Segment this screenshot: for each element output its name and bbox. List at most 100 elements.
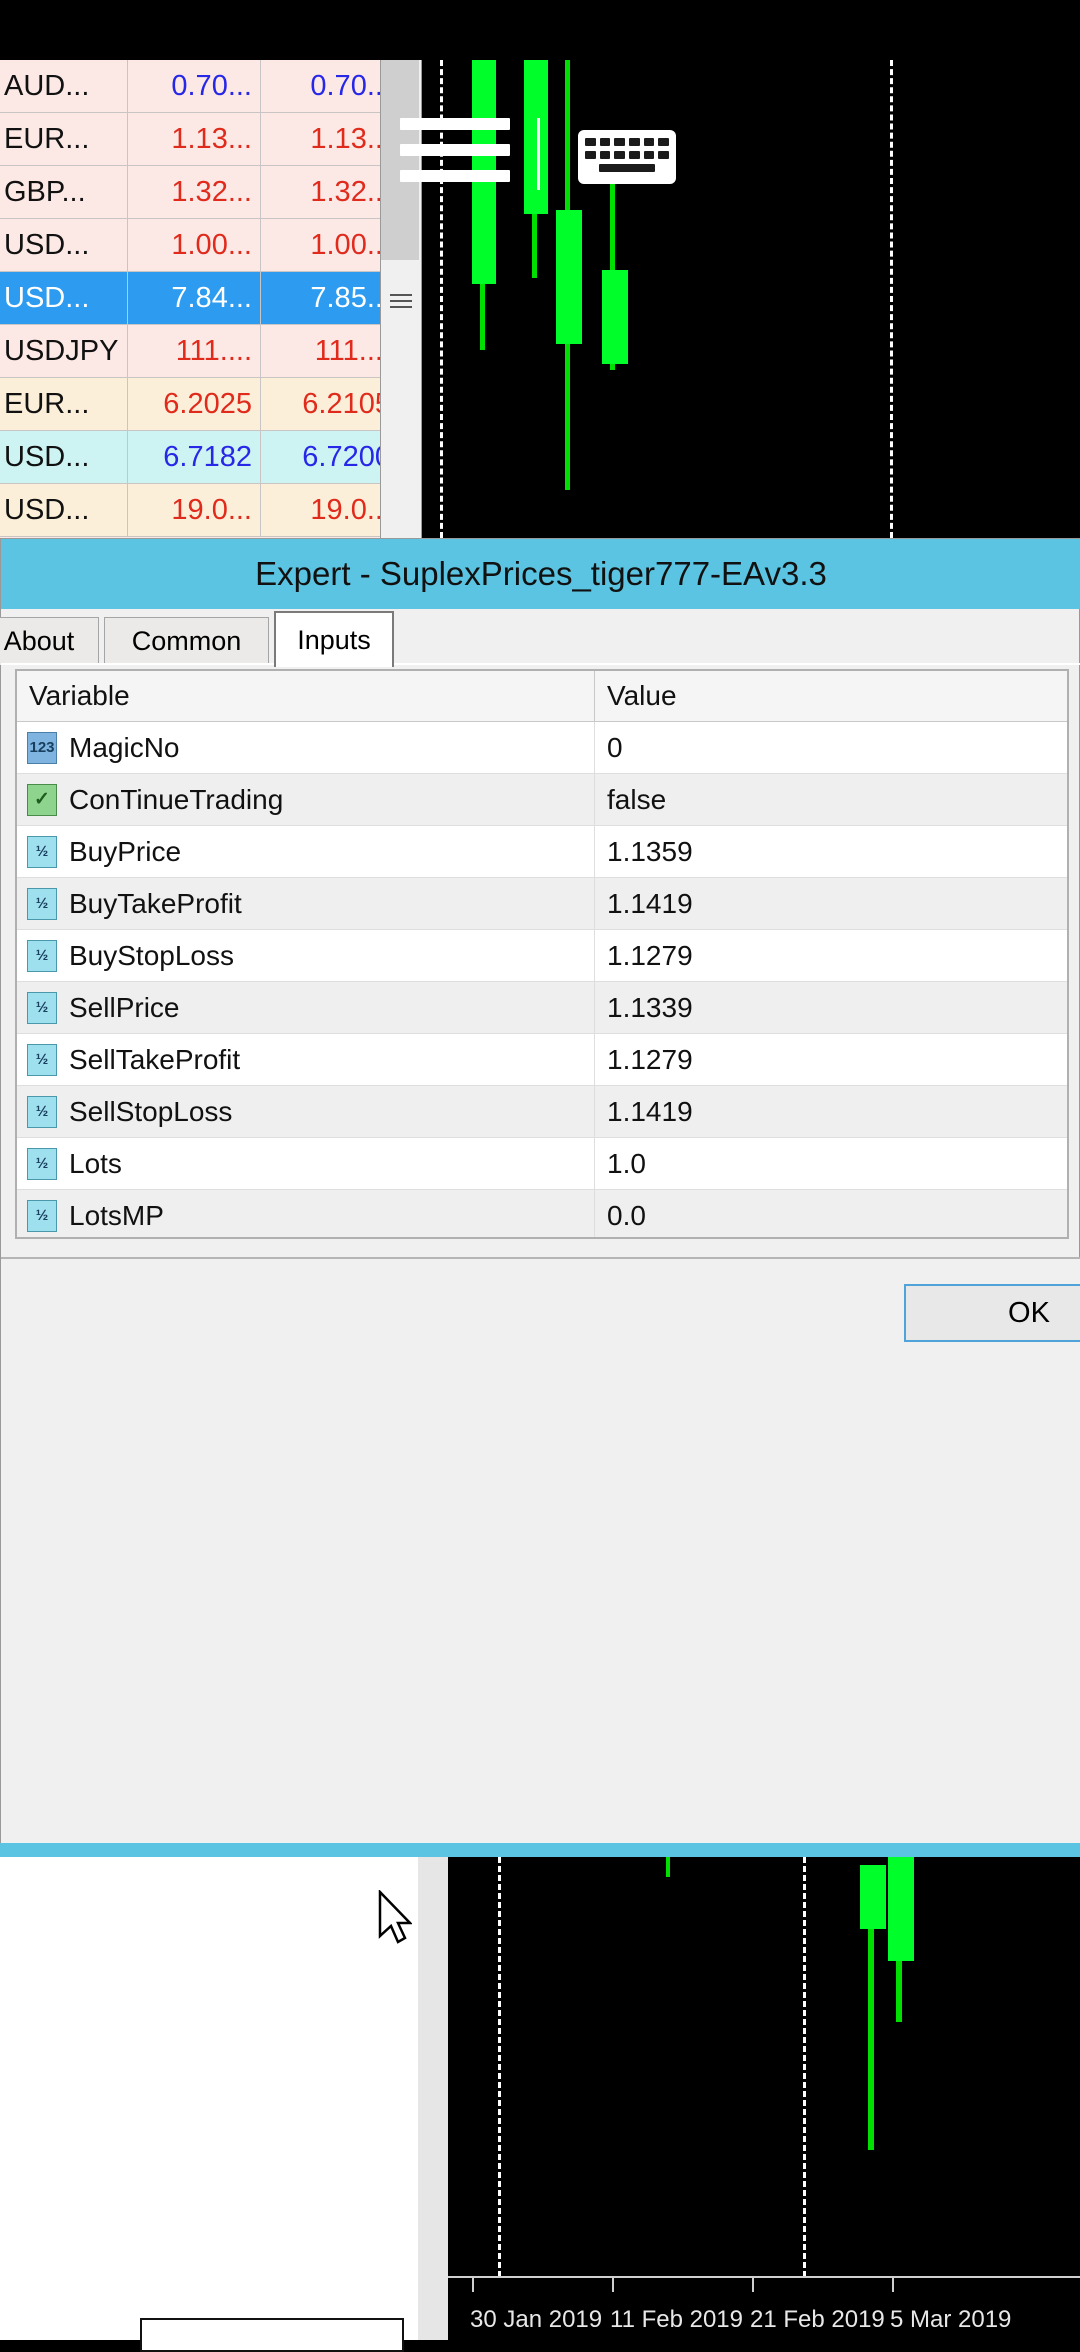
- variable-value[interactable]: 0.0: [595, 1190, 1067, 1239]
- variable-name: BuyTakeProfit: [69, 888, 242, 920]
- candle-body: [524, 60, 548, 214]
- keyboard-icon[interactable]: [578, 130, 676, 184]
- market-watch-ask: 0.70...: [261, 60, 399, 112]
- market-watch-resize-grip[interactable]: [390, 290, 412, 308]
- variable-cell: ½ Lots: [17, 1138, 595, 1189]
- table-row[interactable]: ½ SellStopLoss 1.1419: [17, 1086, 1067, 1138]
- table-row[interactable]: ½BuyPrice1.1359: [17, 826, 1067, 878]
- variable-value[interactable]: 1.0: [595, 1138, 1067, 1189]
- tab-underline: [1, 663, 1080, 665]
- variable-value[interactable]: 0: [595, 722, 1067, 773]
- variable-name: Lots: [69, 1148, 122, 1180]
- variable-name: ConTinueTrading: [69, 784, 283, 816]
- variable-value[interactable]: 1.1279: [595, 1034, 1067, 1085]
- ok-button[interactable]: OK: [904, 1284, 1080, 1342]
- market-watch-symbol: AUD...: [0, 60, 128, 112]
- chart-period-separator: [498, 1857, 501, 2277]
- market-watch-row[interactable]: USD...19.0...19.0...: [0, 484, 400, 537]
- tab-common[interactable]: Common: [104, 617, 269, 665]
- market-watch-row[interactable]: EUR...6.20256.2105: [0, 378, 400, 431]
- price-chart-bottom[interactable]: 30 Jan 201911 Feb 201921 Feb 20195 Mar 2…: [448, 1857, 1080, 2340]
- variable-cell: ½ SellStopLoss: [17, 1086, 595, 1137]
- variable-cell: ½ SellTakeProfit: [17, 1034, 595, 1085]
- market-watch-symbol: USDJPY: [0, 325, 128, 377]
- variable-cell: 123MagicNo: [17, 722, 595, 773]
- variable-cell: ✓ConTinueTrading: [17, 774, 595, 825]
- candle-body: [556, 210, 582, 344]
- expert-properties-dialog: Expert - SuplexPrices_tiger777-EAv3.3 Ab…: [0, 538, 1080, 1843]
- double-variable-icon: ½: [27, 1148, 57, 1180]
- hamburger-menu-icon[interactable]: [400, 118, 510, 188]
- market-watch-panel[interactable]: AUD...0.70...0.70...EUR...1.13...1.13...…: [0, 60, 401, 538]
- terminal-input-box[interactable]: [140, 2318, 404, 2352]
- table-row[interactable]: ½LotsMP0.0: [17, 1190, 1067, 1239]
- dialog-tab-strip[interactable]: AboutCommonInputs: [1, 609, 1080, 665]
- terminal-white-panel[interactable]: [0, 1857, 419, 2340]
- toolbar-divider: [537, 118, 540, 190]
- market-watch-row[interactable]: USD...7.84...7.85...: [0, 272, 400, 325]
- table-row[interactable]: 123MagicNo0: [17, 722, 1067, 774]
- chart-axis-label: 11 Feb 2019: [610, 2306, 743, 2334]
- table-row[interactable]: ½ Lots 1.0: [17, 1138, 1067, 1190]
- variable-cell: ½ BuyTakeProfit: [17, 878, 595, 929]
- candle-body: [860, 1865, 886, 1929]
- dialog-title: Expert - SuplexPrices_tiger777-EAv3.3: [255, 555, 827, 593]
- market-watch-row[interactable]: USD...6.71826.7200: [0, 431, 400, 484]
- variable-value[interactable]: 1.1419: [595, 878, 1067, 929]
- variable-value[interactable]: false: [595, 774, 1067, 825]
- variable-value[interactable]: 1.1279: [595, 930, 1067, 981]
- table-row[interactable]: ½ BuyTakeProfit 1.1419: [17, 878, 1067, 930]
- double-variable-icon: ½: [27, 1200, 57, 1232]
- inputs-table[interactable]: Variable Value 123MagicNo0✓ConTinueTradi…: [15, 669, 1069, 1239]
- market-watch-symbol: USD...: [0, 219, 128, 271]
- double-variable-icon: ½: [27, 1044, 57, 1076]
- dialog-footer: OK: [1, 1257, 1080, 1844]
- table-row[interactable]: ½ BuyStopLoss 1.1279: [17, 930, 1067, 982]
- market-watch-ask: 7.85...: [261, 272, 399, 324]
- chart-axis-tick: [892, 2276, 894, 2292]
- chart-x-axis: [448, 2276, 1080, 2278]
- variable-name: SellStopLoss: [69, 1096, 232, 1128]
- double-variable-icon: ½: [27, 1096, 57, 1128]
- variable-name: SellPrice: [69, 992, 179, 1024]
- market-watch-row[interactable]: GBP...1.32...1.32...: [0, 166, 400, 219]
- table-row[interactable]: ½ SellPrice 1.1339: [17, 982, 1067, 1034]
- double-variable-icon: ½: [27, 888, 57, 920]
- variable-cell: ½ BuyStopLoss: [17, 930, 595, 981]
- market-watch-ask: 6.2105: [261, 378, 399, 430]
- market-watch-symbol: EUR...: [0, 113, 128, 165]
- market-watch-row[interactable]: EUR...1.13...1.13...: [0, 113, 400, 166]
- status-bar-top: [0, 0, 1080, 60]
- market-watch-row[interactable]: AUD...0.70...0.70...: [0, 60, 400, 113]
- market-watch-row[interactable]: USD...1.00...1.00...: [0, 219, 400, 272]
- price-chart-top[interactable]: [420, 60, 1080, 538]
- candle-wick: [666, 1857, 670, 1877]
- tab-inputs[interactable]: Inputs: [274, 611, 394, 667]
- market-watch-symbol: EUR...: [0, 378, 128, 430]
- table-row[interactable]: ✓ConTinueTradingfalse: [17, 774, 1067, 826]
- column-header-value[interactable]: Value: [595, 671, 1067, 721]
- variable-value[interactable]: 1.1419: [595, 1086, 1067, 1137]
- double-variable-icon: ½: [27, 992, 57, 1024]
- variable-value[interactable]: 1.1359: [595, 826, 1067, 877]
- variable-cell: ½LotsMP: [17, 1190, 595, 1239]
- variable-name: SellTakeProfit: [69, 1044, 240, 1076]
- market-watch-ask: 1.13...: [261, 113, 399, 165]
- variable-name: BuyStopLoss: [69, 940, 234, 972]
- market-watch-bid: 111....: [128, 325, 261, 377]
- market-watch-symbol: USD...: [0, 484, 128, 536]
- market-watch-bid: 0.70...: [128, 60, 261, 112]
- number-variable-icon: 123: [27, 732, 57, 764]
- chart-period-separator: [803, 1857, 806, 2277]
- tab-about[interactable]: About: [0, 617, 99, 665]
- double-variable-icon: ½: [27, 940, 57, 972]
- market-watch-row[interactable]: USDJPY111....111....: [0, 325, 400, 378]
- table-header-row: Variable Value: [17, 671, 1067, 722]
- market-watch-ask: 6.7200: [261, 431, 399, 483]
- market-watch-bid: 1.32...: [128, 166, 261, 218]
- column-header-variable[interactable]: Variable: [17, 671, 595, 721]
- variable-value[interactable]: 1.1339: [595, 982, 1067, 1033]
- table-row[interactable]: ½ SellTakeProfit 1.1279: [17, 1034, 1067, 1086]
- terminal-scrollbar[interactable]: [418, 1857, 449, 2340]
- market-watch-ask: 1.32...: [261, 166, 399, 218]
